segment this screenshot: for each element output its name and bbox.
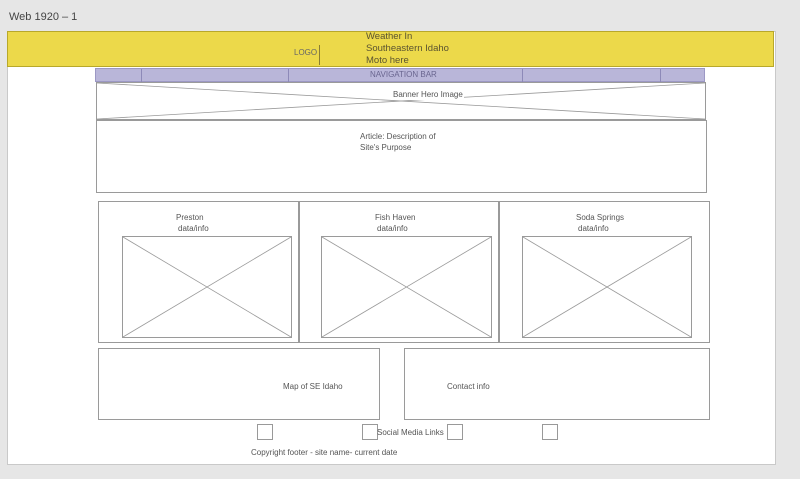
article-line: Article: Description of	[360, 132, 436, 141]
navigation-bar-label: NAVIGATION BAR	[370, 70, 437, 79]
city-data-label: data/info	[377, 224, 408, 233]
contact-label: Contact info	[447, 382, 490, 391]
city-image-placeholder	[522, 236, 692, 338]
social-link-icon[interactable]	[542, 424, 558, 440]
site-title-line: Southeastern Idaho	[366, 43, 449, 54]
map-label: Map of SE Idaho	[283, 382, 343, 391]
social-link-icon[interactable]	[447, 424, 463, 440]
nav-divider	[660, 69, 661, 82]
article-line: Site's Purpose	[360, 143, 412, 152]
city-name: Preston	[176, 213, 204, 222]
nav-divider	[522, 69, 523, 82]
city-image-placeholder	[321, 236, 492, 338]
city-name: Soda Springs	[576, 213, 625, 222]
image-placeholder-icon	[522, 236, 692, 338]
site-motto: Moto here	[366, 55, 409, 66]
copyright-footer: Copyright footer - site name- current da…	[251, 448, 398, 457]
city-data-label: data/info	[178, 224, 209, 233]
city-data-label: data/info	[578, 224, 609, 233]
article-text: Article: Description of Site's Purpose	[360, 131, 436, 153]
city-name: Fish Haven	[375, 213, 416, 222]
social-link-icon[interactable]	[257, 424, 273, 440]
image-placeholder-icon	[122, 236, 292, 338]
logo[interactable]: LOGO	[294, 48, 317, 57]
site-title-line: Weather In	[366, 31, 413, 42]
social-link-icon[interactable]	[362, 424, 378, 440]
banner-label: Banner Hero Image	[392, 89, 464, 100]
nav-divider	[288, 69, 289, 82]
social-media-label: Social Media Links	[377, 428, 444, 437]
image-placeholder-icon	[321, 236, 492, 338]
artboard-title: Web 1920 – 1	[9, 11, 78, 23]
logo-divider	[319, 45, 320, 65]
banner-hero-image	[96, 82, 706, 120]
site-title: Weather In Southeastern Idaho Moto here	[366, 31, 449, 67]
nav-divider	[141, 69, 142, 82]
city-image-placeholder	[122, 236, 292, 338]
